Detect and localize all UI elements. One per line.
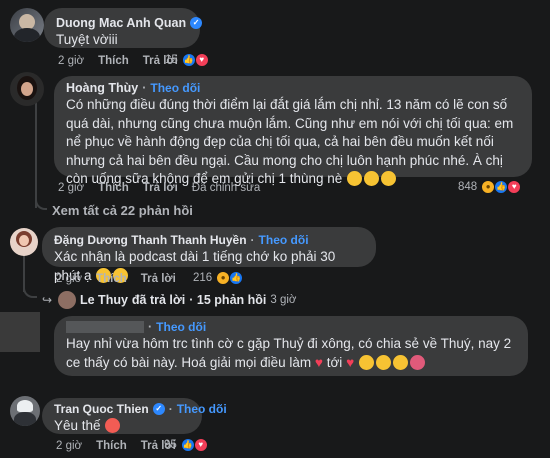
reply-arrow-icon: ↪ xyxy=(41,293,53,307)
comment-actions: 2 giờ Thích Trả lời xyxy=(56,272,176,286)
reply-time: 3 giờ xyxy=(270,294,297,306)
author-name[interactable]: Duong Mac Anh Quan xyxy=(56,15,186,31)
timestamp[interactable]: 2 giờ xyxy=(56,439,82,453)
reply-author: Le Thuy xyxy=(80,293,128,307)
comment-bubble: · Theo dõi Hay nhỉ vừa hôm trc tình cờ c… xyxy=(54,316,528,376)
haha-reaction-icon: ● xyxy=(216,271,231,285)
comment-text: Tuyệt vờiii xyxy=(56,32,118,47)
follow-button[interactable]: Theo dõi xyxy=(259,232,309,248)
thread-curve xyxy=(23,288,37,298)
like-reaction-icon: 👍 xyxy=(229,271,244,285)
avatar[interactable] xyxy=(10,72,44,106)
reaction-count: 95 xyxy=(164,439,177,451)
heart-emoji-icon: ♥ xyxy=(314,354,323,370)
like-reaction-icon: 👍 xyxy=(180,438,195,452)
timestamp[interactable]: 2 giờ xyxy=(58,54,84,68)
reply-count: · 15 phản hồi xyxy=(189,293,267,307)
edited-label: Đã chỉnh sửa xyxy=(191,182,261,194)
reaction-count: 216 xyxy=(193,272,213,284)
reaction-summary[interactable]: 848 ● 👍 ♥ xyxy=(458,180,522,194)
reaction-count: 15 xyxy=(165,54,178,66)
like-button[interactable]: Thích xyxy=(98,181,129,195)
love-reaction-icon: ♥ xyxy=(194,53,209,67)
thread-line xyxy=(35,100,37,208)
follow-button[interactable]: Theo dõi xyxy=(156,319,206,335)
reply-button[interactable]: Trả lời xyxy=(141,272,176,286)
like-reaction-icon: 👍 xyxy=(494,180,509,194)
grinning-sweat-emoji-icon xyxy=(347,171,363,186)
haha-reaction-icon: ● xyxy=(481,180,496,194)
comment-bubble: Tran Quoc Thien ✓ · Theo dõi Yêu thế xyxy=(42,398,227,436)
reply-action: đã trả lời xyxy=(131,293,186,307)
verified-badge-icon: ✓ xyxy=(152,403,165,415)
thread-curve xyxy=(35,198,47,210)
comment-text: Có những điều đúng thời điểm lại đắt giá… xyxy=(66,97,514,186)
comment-actions: 2 giờ Thích Trả lời xyxy=(56,439,176,453)
view-all-replies-link[interactable]: Xem tất cả 22 phản hồi xyxy=(52,203,193,218)
heart-emoji-icon: ♥ xyxy=(346,354,355,370)
timestamp[interactable]: 2 giờ xyxy=(56,272,82,286)
comment-actions: 2 giờ Thích Trả lời Đã chỉnh sửa xyxy=(58,181,260,195)
comment-bubble: Duong Mac Anh Quan ✓ Tuyệt vờiii xyxy=(44,8,203,48)
reply-button[interactable]: Trả lời xyxy=(143,181,178,195)
hand-emoji-icon xyxy=(375,354,391,370)
comment-bubble: Đặng Dương Thanh Thanh Huyền · Theo dõi … xyxy=(42,227,376,283)
author-name[interactable]: Hoàng Thùy xyxy=(66,80,138,96)
avatar[interactable] xyxy=(10,396,40,426)
timestamp[interactable]: 2 giờ xyxy=(58,181,84,195)
like-button[interactable]: Thích xyxy=(96,439,127,453)
comment-bubble: Hoàng Thùy · Theo dõi Có những điều đúng… xyxy=(54,76,532,186)
grinning-sweat-emoji-icon xyxy=(381,171,397,186)
author-name[interactable]: Tran Quoc Thien xyxy=(54,401,149,417)
follow-button[interactable]: Theo dõi xyxy=(177,401,227,417)
reaction-summary[interactable]: 15 👍 ♥ xyxy=(165,53,209,67)
follow-button[interactable]: Theo dõi xyxy=(150,80,200,96)
comment-text: Hay nhỉ vừa hôm trc tình cờ c gặp Thuỷ đ… xyxy=(66,336,512,370)
love-reaction-icon: ♥ xyxy=(507,180,522,194)
verified-badge-icon: ✓ xyxy=(190,17,203,29)
redacted-avatar xyxy=(0,312,40,352)
rose-emoji-icon xyxy=(409,354,425,370)
reaction-summary[interactable]: 216 ● 👍 xyxy=(193,271,244,285)
reaction-summary[interactable]: 95 👍 ♥ xyxy=(164,438,208,452)
heart-eyes-emoji-icon xyxy=(105,418,121,433)
avatar xyxy=(58,291,76,309)
avatar[interactable] xyxy=(10,8,44,42)
like-button[interactable]: Thích xyxy=(98,54,129,68)
like-button[interactable]: Thích xyxy=(96,272,127,286)
avatar[interactable] xyxy=(10,228,38,256)
grinning-sweat-emoji-icon xyxy=(364,171,380,186)
comment-actions: 2 giờ Thích Trả lời xyxy=(58,54,178,68)
love-reaction-icon: ♥ xyxy=(193,438,208,452)
reaction-count: 848 xyxy=(458,181,478,193)
heart-face-emoji-icon xyxy=(392,354,408,370)
thread-line xyxy=(23,254,25,292)
author-name[interactable]: Đặng Dương Thanh Thanh Huyền xyxy=(54,232,247,248)
like-reaction-icon: 👍 xyxy=(181,53,196,67)
comment-text: Yêu thế xyxy=(54,417,190,436)
reply-summary[interactable]: ↪ Le Thuy đã trả lời · 15 phản hồi 3 giờ xyxy=(40,291,296,309)
folded-hands-emoji-icon xyxy=(358,354,374,370)
redacted-name xyxy=(66,321,144,333)
